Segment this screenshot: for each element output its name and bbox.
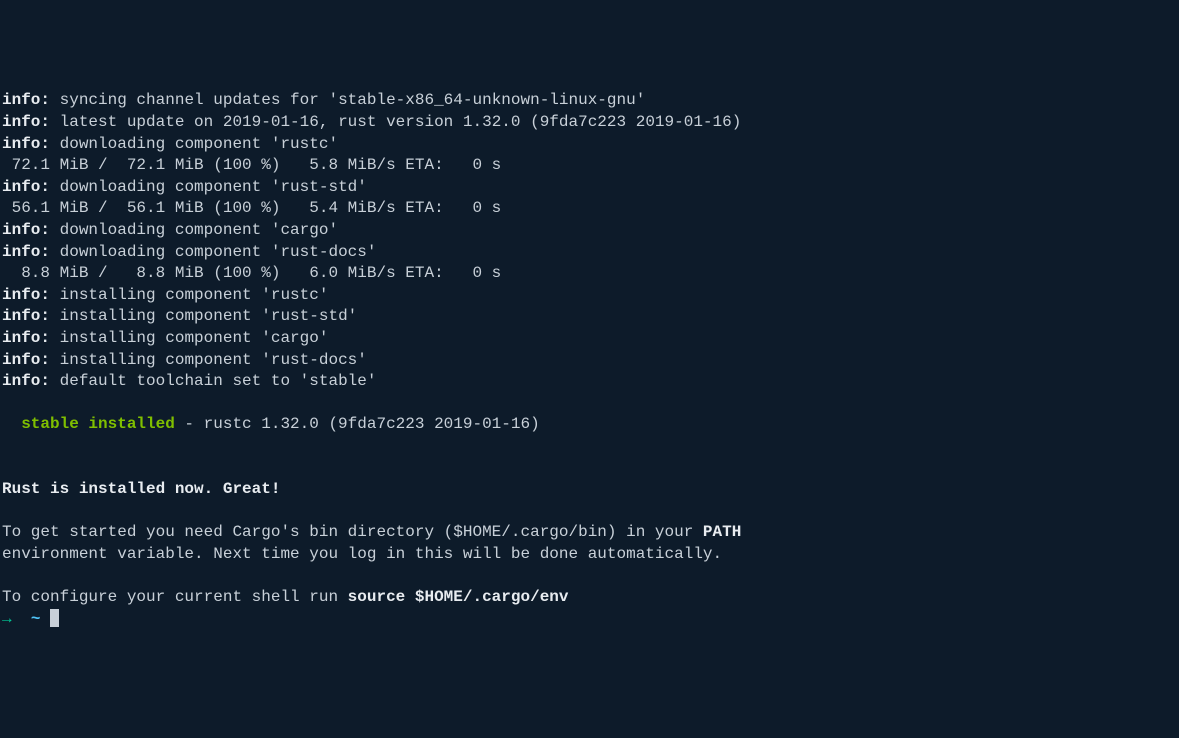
blank-line <box>2 393 1177 415</box>
configure-shell-line: To configure your current shell run sour… <box>2 587 1177 609</box>
info-label: info: <box>2 113 50 131</box>
completion-heading: Rust is installed now. Great! <box>2 479 1177 501</box>
terminal-line: 8.8 MiB / 8.8 MiB (100 %) 6.0 MiB/s ETA:… <box>2 263 1177 285</box>
blank-line <box>2 436 1177 458</box>
terminal-line: info: installing component 'rustc' <box>2 285 1177 307</box>
terminal-line: info: downloading component 'rustc' <box>2 134 1177 156</box>
terminal-line: info: installing component 'cargo' <box>2 328 1177 350</box>
source-command: source $HOME/.cargo/env <box>348 588 569 606</box>
path-bold: PATH <box>703 523 741 541</box>
prompt-arrow-icon: → <box>2 610 12 628</box>
info-label: info: <box>2 372 50 390</box>
cursor[interactable] <box>50 609 59 627</box>
info-text: default toolchain set to 'stable' <box>50 372 376 390</box>
info-text: downloading component 'rust-docs' <box>50 243 376 261</box>
completion-heading-text: Rust is installed now. Great! <box>2 480 280 498</box>
terminal-line: info: default toolchain set to 'stable' <box>2 371 1177 393</box>
blank-line <box>2 457 1177 479</box>
info-label: info: <box>2 221 50 239</box>
info-text: installing component 'rust-docs' <box>50 351 367 369</box>
progress-text: 72.1 MiB / 72.1 MiB (100 %) 5.8 MiB/s ET… <box>2 156 501 174</box>
rustc-version: - rustc 1.32.0 (9fda7c223 2019-01-16) <box>175 415 540 433</box>
info-text: downloading component 'cargo' <box>50 221 338 239</box>
terminal-output[interactable]: info: syncing channel updates for 'stabl… <box>2 90 1177 630</box>
info-label: info: <box>2 351 50 369</box>
info-label: info: <box>2 243 50 261</box>
info-text: installing component 'cargo' <box>50 329 328 347</box>
info-text: latest update on 2019-01-16, rust versio… <box>50 113 741 131</box>
terminal-line: info: downloading component 'rust-std' <box>2 177 1177 199</box>
prompt-tilde: ~ <box>31 610 41 628</box>
terminal-line: info: latest update on 2019-01-16, rust … <box>2 112 1177 134</box>
terminal-line: info: installing component 'rust-std' <box>2 306 1177 328</box>
path-instruction-line: To get started you need Cargo's bin dire… <box>2 522 1177 544</box>
info-text: installing component 'rustc' <box>50 286 328 304</box>
info-text: syncing channel updates for 'stable-x86_… <box>50 91 645 109</box>
terminal-line: info: downloading component 'cargo' <box>2 220 1177 242</box>
blank-line <box>2 565 1177 587</box>
info-text: downloading component 'rust-std' <box>50 178 367 196</box>
blank-line <box>2 501 1177 523</box>
info-text: downloading component 'rustc' <box>50 135 338 153</box>
info-label: info: <box>2 329 50 347</box>
progress-text: 56.1 MiB / 56.1 MiB (100 %) 5.4 MiB/s ET… <box>2 199 501 217</box>
progress-text: 8.8 MiB / 8.8 MiB (100 %) 6.0 MiB/s ETA:… <box>2 264 501 282</box>
terminal-line: info: downloading component 'rust-docs' <box>2 242 1177 264</box>
terminal-line: info: installing component 'rust-docs' <box>2 350 1177 372</box>
install-status-line: stable installed - rustc 1.32.0 (9fda7c2… <box>2 414 1177 436</box>
info-text: installing component 'rust-std' <box>50 307 357 325</box>
shell-prompt[interactable]: → ~ <box>2 609 1177 631</box>
info-label: info: <box>2 307 50 325</box>
info-label: info: <box>2 135 50 153</box>
info-label: info: <box>2 91 50 109</box>
terminal-line: 56.1 MiB / 56.1 MiB (100 %) 5.4 MiB/s ET… <box>2 198 1177 220</box>
info-label: info: <box>2 286 50 304</box>
terminal-line: info: syncing channel updates for 'stabl… <box>2 90 1177 112</box>
stable-installed-label: stable installed <box>21 415 175 433</box>
env-instruction-line: environment variable. Next time you log … <box>2 544 1177 566</box>
info-label: info: <box>2 178 50 196</box>
terminal-line: 72.1 MiB / 72.1 MiB (100 %) 5.8 MiB/s ET… <box>2 155 1177 177</box>
